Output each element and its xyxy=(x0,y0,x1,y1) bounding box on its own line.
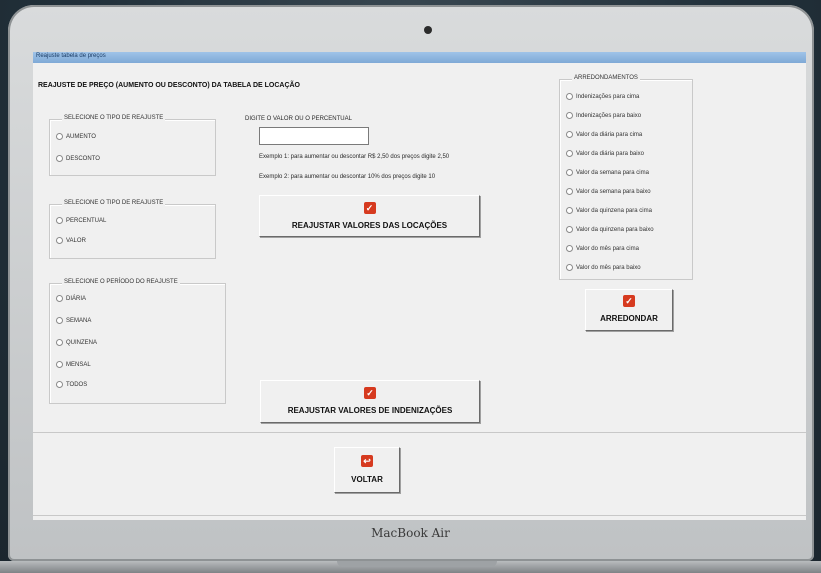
voltar-button[interactable]: ↩ VOLTAR xyxy=(334,447,400,493)
radio-round-option[interactable]: Valor da semana para cima xyxy=(566,169,649,176)
radio-circle-icon xyxy=(56,317,63,324)
radio-circle-icon xyxy=(566,245,573,252)
window-titlebar: Reajuste tabela de preços xyxy=(33,52,806,63)
group-legend: SELECIONE O PERÍODO DO REAJUSTE xyxy=(62,279,180,285)
button-label: REAJUSTAR VALORES DAS LOCAÇÕES xyxy=(291,221,448,230)
radio-label: MENSAL xyxy=(66,362,91,369)
radio-round-option[interactable]: Valor da diária para baixo xyxy=(566,150,644,157)
radio-label: QUINZENA xyxy=(66,340,98,347)
radio-semana[interactable]: SEMANA xyxy=(56,317,91,324)
button-label: ARREDONDAR xyxy=(600,314,658,323)
radio-circle-icon xyxy=(56,339,63,346)
radio-round-option[interactable]: Valor do mês para cima xyxy=(566,245,639,252)
tipo-reajuste-group-1: SELECIONE O TIPO DE REAJUSTE AUMENTO DES… xyxy=(49,115,216,176)
example-2: Exemplo 2: para aumentar ou descontar 10… xyxy=(259,174,436,180)
laptop-notch xyxy=(337,561,497,567)
device-brand: MacBook Air xyxy=(371,526,450,540)
radio-circle-icon xyxy=(566,112,573,119)
radio-quinzena[interactable]: QUINZENA xyxy=(56,339,97,346)
check-icon: ✓ xyxy=(623,295,635,307)
radio-round-option[interactable]: Valor da quinzena para baixo xyxy=(566,226,654,233)
radio-label: Valor da quinzena para baixo xyxy=(576,227,654,234)
radio-label: VALOR xyxy=(66,238,86,245)
check-icon: ✓ xyxy=(363,202,376,214)
divider xyxy=(33,515,806,516)
radio-label: DIÁRIA xyxy=(66,296,87,303)
radio-valor[interactable]: VALOR xyxy=(56,237,86,244)
radio-round-option[interactable]: Indenizações para baixo xyxy=(566,112,641,119)
radio-round-option[interactable]: Valor da quinzena para cima xyxy=(566,207,652,214)
group-legend: SELECIONE O TIPO DE REAJUSTE xyxy=(62,115,166,121)
button-label: VOLTAR xyxy=(351,475,383,484)
radio-label: Indenizações para baixo xyxy=(576,113,642,120)
arredondar-button[interactable]: ✓ ARREDONDAR xyxy=(585,289,673,331)
radio-label: AUMENTO xyxy=(66,134,96,141)
radio-todos[interactable]: TODOS xyxy=(56,381,87,388)
radio-circle-icon xyxy=(566,207,573,214)
radio-label: Valor do mês para cima xyxy=(576,246,639,253)
radio-circle-icon xyxy=(56,237,63,244)
radio-circle-icon xyxy=(566,264,573,271)
check-icon: ✓ xyxy=(364,387,376,399)
arredondamentos-group: ARREDONDAMENTOS Indenizações para cima I… xyxy=(559,75,693,280)
valor-input[interactable] xyxy=(259,127,369,145)
radio-circle-icon xyxy=(56,155,63,162)
radio-label: Valor da diária para cima xyxy=(576,132,643,139)
radio-desconto[interactable]: DESCONTO xyxy=(56,155,100,162)
radio-circle-icon xyxy=(56,217,63,224)
radio-round-option[interactable]: Valor do mês para baixo xyxy=(566,264,641,271)
radio-circle-icon xyxy=(566,188,573,195)
radio-circle-icon xyxy=(56,295,63,302)
example-1: Exemplo 1: para aumentar ou descontar R$… xyxy=(259,154,450,160)
window-title: Reajuste tabela de preços xyxy=(36,53,106,59)
radio-circle-icon xyxy=(566,169,573,176)
page-title: REAJUSTE DE PREÇO (AUMENTO OU DESCONTO) … xyxy=(38,82,300,89)
radio-circle-icon xyxy=(566,131,573,138)
group-legend: ARREDONDAMENTOS xyxy=(572,75,640,81)
radio-label: DESCONTO xyxy=(66,156,100,163)
radio-circle-icon xyxy=(566,226,573,233)
periodo-group: SELECIONE O PERÍODO DO REAJUSTE DIÁRIA S… xyxy=(49,279,226,404)
group-legend: SELECIONE O TIPO DE REAJUSTE xyxy=(62,200,166,206)
reajustar-locacoes-button[interactable]: ✓ REAJUSTAR VALORES DAS LOCAÇÕES xyxy=(259,195,480,237)
radio-circle-icon xyxy=(566,93,573,100)
back-icon: ↩ xyxy=(361,455,373,467)
radio-circle-icon xyxy=(56,361,63,368)
reajustar-indenizacoes-button[interactable]: ✓ REAJUSTAR VALORES DE INDENIZAÇÕES xyxy=(260,380,480,423)
radio-label: TODOS xyxy=(66,382,88,389)
radio-percentual[interactable]: PERCENTUAL xyxy=(56,217,106,224)
radio-label: Valor da diária para baixo xyxy=(576,151,644,158)
radio-round-option[interactable]: Valor da diária para cima xyxy=(566,131,642,138)
camera-dot xyxy=(424,26,432,34)
app-window: Reajuste tabela de preços REAJUSTE DE PR… xyxy=(33,52,806,520)
radio-label: Valor da semana para baixo xyxy=(576,189,651,196)
radio-aumento[interactable]: AUMENTO xyxy=(56,133,96,140)
radio-diaria[interactable]: DIÁRIA xyxy=(56,295,86,302)
radio-label: Valor da quinzena para cima xyxy=(576,208,652,215)
radio-circle-icon xyxy=(56,133,63,140)
radio-label: PERCENTUAL xyxy=(66,218,107,225)
radio-label: SEMANA xyxy=(66,318,92,325)
radio-round-option[interactable]: Valor da semana para baixo xyxy=(566,188,651,195)
divider xyxy=(33,432,806,433)
radio-mensal[interactable]: MENSAL xyxy=(56,361,91,368)
radio-circle-icon xyxy=(566,150,573,157)
tipo-reajuste-group-2: SELECIONE O TIPO DE REAJUSTE PERCENTUAL … xyxy=(49,200,216,259)
button-label: REAJUSTAR VALORES DE INDENIZAÇÕES xyxy=(287,406,453,415)
radio-circle-icon xyxy=(56,381,63,388)
radio-label: Valor da semana para cima xyxy=(576,170,649,177)
radio-label: Indenizações para cima xyxy=(576,94,640,101)
valor-label: DIGITE O VALOR OU O PERCENTUAL xyxy=(245,116,352,122)
radio-round-option[interactable]: Indenizações para cima xyxy=(566,93,639,100)
radio-label: Valor do mês para baixo xyxy=(576,265,641,272)
